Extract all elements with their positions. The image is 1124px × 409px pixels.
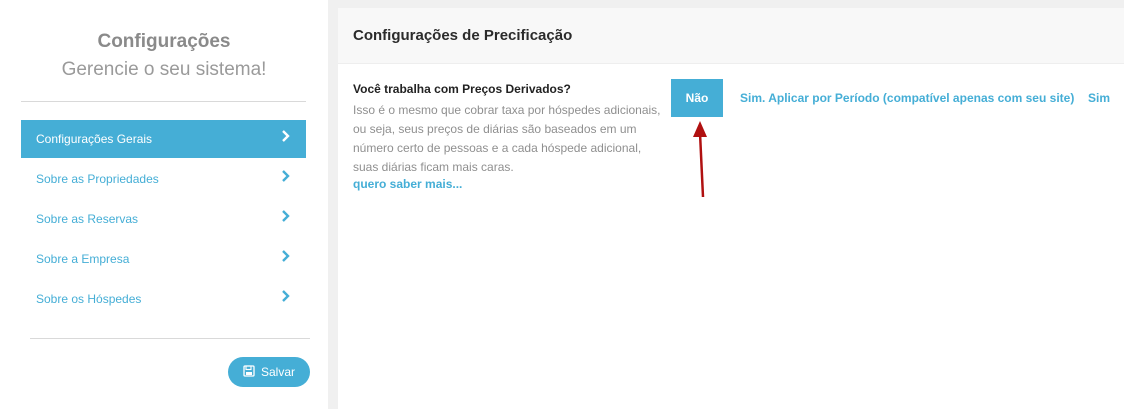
option-sim-periodo-button[interactable]: Sim. Aplicar por Período (compatível ape… (740, 91, 1074, 105)
sidebar-title: Configurações (97, 31, 231, 52)
sidebar-subtitle: Gerencie o seu sistema! (61, 59, 267, 80)
menu-item-label: Sobre os Hóspedes (36, 292, 142, 306)
sidebar-divider (21, 101, 306, 102)
sidebar: Configurações Gerencie o seu sistema! Co… (0, 0, 328, 409)
learn-more-link[interactable]: quero saber mais... (353, 177, 462, 191)
save-button[interactable]: Salvar (228, 357, 310, 387)
chevron-right-icon (281, 289, 291, 303)
chevron-right-icon (281, 209, 291, 223)
menu-item-sobre-reservas[interactable]: Sobre as Reservas (21, 200, 306, 238)
derived-prices-description: Isso é o mesmo que cobrar taxa por hóspe… (353, 103, 661, 174)
menu-item-configuracoes-gerais[interactable]: Configurações Gerais (21, 120, 306, 158)
menu-item-sobre-empresa[interactable]: Sobre a Empresa (21, 240, 306, 278)
menu-item-label: Configurações Gerais (36, 132, 153, 146)
page-title: Configurações de Precificação (353, 27, 573, 44)
menu-item-label: Sobre a Empresa (36, 252, 130, 266)
settings-menu: Configurações Gerais Sobre as Propriedad… (21, 120, 306, 320)
sidebar-header: Configurações Gerencie o seu sistema! (0, 0, 328, 82)
sidebar-bottom-divider (30, 338, 310, 339)
panel-header: Configurações de Precificação (338, 8, 1124, 64)
save-button-label: Salvar (260, 365, 295, 379)
chevron-right-icon (281, 249, 291, 263)
chevron-right-icon (281, 129, 291, 143)
chevron-right-icon (281, 169, 291, 183)
menu-item-label: Sobre as Reservas (36, 212, 139, 226)
option-sim-button[interactable]: Sim (1088, 91, 1110, 105)
option-nao-button[interactable]: Não (671, 79, 723, 117)
red-arrow-up-icon (688, 119, 712, 204)
pricing-settings-panel: Configurações de Precificação Você traba… (338, 8, 1124, 409)
menu-item-label: Sobre as Propriedades (36, 172, 159, 186)
menu-item-sobre-propriedades[interactable]: Sobre as Propriedades (21, 160, 306, 198)
menu-item-sobre-hospedes[interactable]: Sobre os Hóspedes (21, 280, 306, 318)
floppy-disk-icon (243, 364, 255, 380)
derived-prices-question: Você trabalha com Preços Derivados? (353, 82, 571, 96)
